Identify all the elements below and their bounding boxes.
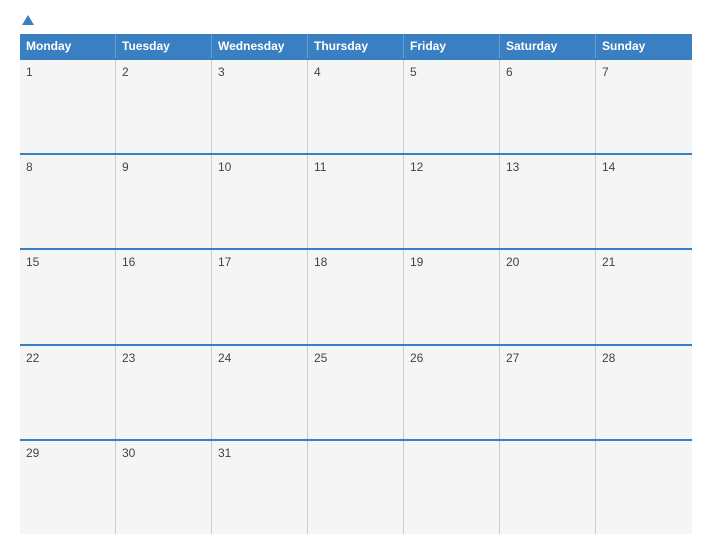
weekday-header-cell: Thursday [308,34,404,58]
weekday-header-cell: Monday [20,34,116,58]
calendar-day-cell: 12 [404,155,500,248]
calendar-day-cell: 17 [212,250,308,343]
day-number: 5 [410,65,417,79]
day-number: 6 [506,65,513,79]
day-number: 17 [218,255,231,269]
calendar-day-cell: 30 [116,441,212,534]
calendar-day-cell: 5 [404,60,500,153]
weekday-header-cell: Saturday [500,34,596,58]
calendar-day-cell: 19 [404,250,500,343]
day-number: 8 [26,160,33,174]
day-number: 14 [602,160,615,174]
logo [20,16,34,26]
calendar-day-cell: 18 [308,250,404,343]
calendar-day-cell: 2 [116,60,212,153]
day-number: 18 [314,255,327,269]
day-number: 21 [602,255,615,269]
calendar-day-cell: 20 [500,250,596,343]
day-number: 29 [26,446,39,460]
weekday-header: MondayTuesdayWednesdayThursdayFridaySatu… [20,34,692,58]
calendar-day-cell: 11 [308,155,404,248]
calendar-day-cell: 31 [212,441,308,534]
day-number: 3 [218,65,225,79]
day-number: 2 [122,65,129,79]
calendar-week: 8 9 10 11 12 13 14 [20,153,692,248]
day-number: 13 [506,160,519,174]
weekday-header-cell: Sunday [596,34,692,58]
weekday-header-cell: Wednesday [212,34,308,58]
calendar-day-cell: 10 [212,155,308,248]
calendar-body: 1234567891011121314151617181920212223242… [20,58,692,534]
day-number: 31 [218,446,231,460]
calendar-day-cell: 9 [116,155,212,248]
day-number: 28 [602,351,615,365]
calendar-week: 15 16 17 18 19 20 21 [20,248,692,343]
weekday-header-cell: Friday [404,34,500,58]
day-number: 26 [410,351,423,365]
day-number: 9 [122,160,129,174]
calendar-day-cell: 25 [308,346,404,439]
day-number: 10 [218,160,231,174]
day-number: 7 [602,65,609,79]
day-number: 1 [26,65,33,79]
calendar-day-cell: 24 [212,346,308,439]
calendar-day-cell: 27 [500,346,596,439]
day-number: 15 [26,255,39,269]
page: MondayTuesdayWednesdayThursdayFridaySatu… [0,0,712,550]
logo-triangle-icon [22,15,34,25]
day-number: 30 [122,446,135,460]
calendar-day-cell: 4 [308,60,404,153]
day-number: 19 [410,255,423,269]
day-number: 27 [506,351,519,365]
calendar-day-cell: 13 [500,155,596,248]
calendar-day-cell [500,441,596,534]
calendar-day-cell: 21 [596,250,692,343]
day-number: 16 [122,255,135,269]
calendar-day-cell: 6 [500,60,596,153]
calendar: MondayTuesdayWednesdayThursdayFridaySatu… [20,34,692,534]
calendar-day-cell: 26 [404,346,500,439]
day-number: 25 [314,351,327,365]
calendar-day-cell [308,441,404,534]
day-number: 20 [506,255,519,269]
calendar-day-cell: 15 [20,250,116,343]
calendar-day-cell: 1 [20,60,116,153]
calendar-header [20,16,692,26]
calendar-day-cell: 29 [20,441,116,534]
calendar-week: 1 2 3 4 5 6 7 [20,58,692,153]
day-number: 4 [314,65,321,79]
calendar-day-cell: 3 [212,60,308,153]
day-number: 22 [26,351,39,365]
calendar-day-cell: 7 [596,60,692,153]
day-number: 11 [314,160,326,174]
calendar-day-cell: 16 [116,250,212,343]
calendar-day-cell [404,441,500,534]
calendar-day-cell: 28 [596,346,692,439]
calendar-day-cell: 8 [20,155,116,248]
calendar-day-cell: 22 [20,346,116,439]
calendar-day-cell: 14 [596,155,692,248]
day-number: 12 [410,160,423,174]
calendar-day-cell [596,441,692,534]
day-number: 23 [122,351,135,365]
calendar-day-cell: 23 [116,346,212,439]
day-number: 24 [218,351,231,365]
calendar-week: 29 30 31 [20,439,692,534]
calendar-week: 22 23 24 25 26 27 28 [20,344,692,439]
weekday-header-cell: Tuesday [116,34,212,58]
